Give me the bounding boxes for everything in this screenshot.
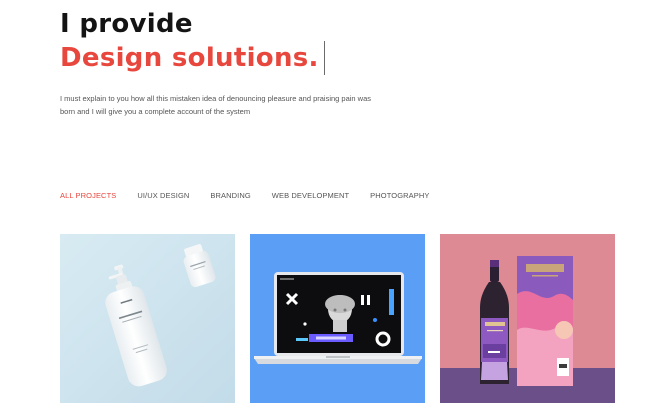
portfolio-filter-bar: ALL PROJECTS UI/UX DESIGN BRANDING WEB D… bbox=[60, 191, 450, 200]
portfolio-item-wine-branding[interactable] bbox=[440, 234, 615, 403]
cosmetic-bottles-image bbox=[60, 234, 235, 403]
hero-section: I provide Design solutions. I must expla… bbox=[60, 8, 620, 118]
wine-packaging-image bbox=[440, 234, 615, 403]
filter-ui-ux-design[interactable]: UI/UX DESIGN bbox=[137, 191, 189, 200]
portfolio-item-cosmetics[interactable] bbox=[60, 234, 235, 403]
laptop-mockup-image bbox=[250, 234, 425, 403]
portfolio-item-laptop[interactable] bbox=[250, 234, 425, 403]
filter-photography[interactable]: PHOTOGRAPHY bbox=[370, 191, 429, 200]
text-cursor bbox=[323, 41, 325, 75]
hero-description: I must explain to you how all this mista… bbox=[60, 94, 372, 116]
portfolio-grid bbox=[60, 234, 615, 403]
filter-branding[interactable]: BRANDING bbox=[210, 191, 250, 200]
filter-web-development[interactable]: WEB DEVELOPMENT bbox=[272, 191, 349, 200]
hero-title: I provide bbox=[60, 9, 193, 39]
filter-all-projects[interactable]: ALL PROJECTS bbox=[60, 191, 116, 200]
hero-subtitle-row: Design solutions. bbox=[60, 40, 620, 76]
hero-typed-subtitle: Design solutions. bbox=[60, 43, 319, 73]
